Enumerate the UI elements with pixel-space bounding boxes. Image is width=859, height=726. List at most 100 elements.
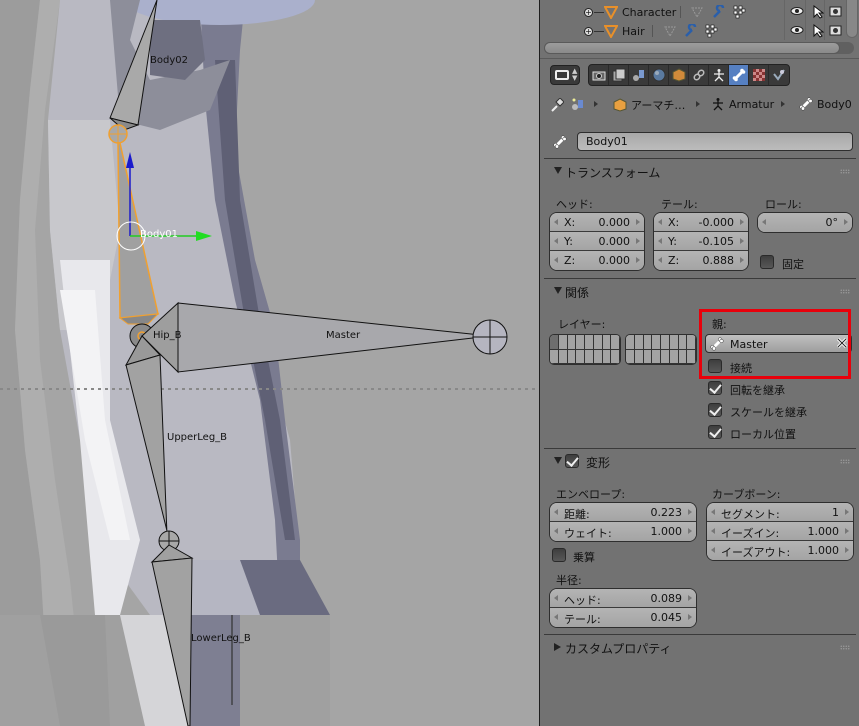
layer-cell[interactable] xyxy=(661,349,670,364)
parent-field[interactable]: Master xyxy=(705,334,852,353)
drag-grip-icon[interactable] xyxy=(840,289,850,294)
render-camera-icon[interactable] xyxy=(829,5,842,17)
tab-render-layers[interactable] xyxy=(609,65,629,85)
layer-cell[interactable] xyxy=(626,349,635,364)
layer-cell[interactable] xyxy=(634,335,644,350)
deform-enable-checkbox[interactable] xyxy=(565,454,579,468)
head-y-field[interactable]: Y: 0.000 xyxy=(550,232,644,251)
tail-y-field[interactable]: Y: -0.105 xyxy=(654,232,748,251)
layer-cell[interactable] xyxy=(661,335,670,350)
layer-cell[interactable] xyxy=(585,335,594,350)
outliner-row-hair[interactable]: + Hair xyxy=(540,22,859,40)
inherit-rotation-checkbox[interactable] xyxy=(708,381,722,395)
vertex-group-icon[interactable] xyxy=(690,5,704,19)
layer-cell[interactable] xyxy=(576,349,585,364)
tab-bone[interactable] xyxy=(729,65,749,85)
particles-icon[interactable] xyxy=(732,5,746,19)
cursor-icon[interactable] xyxy=(812,5,824,19)
breadcrumb-object[interactable]: アーマチ… xyxy=(613,97,685,113)
tab-bone-constraints[interactable] xyxy=(769,65,789,85)
layer-cell[interactable] xyxy=(567,349,577,364)
layer-cell[interactable] xyxy=(669,335,679,350)
layer-cell[interactable] xyxy=(593,349,603,364)
layer-cell[interactable] xyxy=(611,335,620,350)
drag-grip-icon[interactable] xyxy=(840,645,850,650)
layer-cell[interactable] xyxy=(643,335,653,350)
tail-x-field[interactable]: X: -0.000 xyxy=(654,213,748,232)
envelope-distance-field[interactable]: 距離: 0.223 xyxy=(550,503,696,522)
transform-panel-header[interactable]: トランスフォーム xyxy=(544,159,856,183)
layer-cell[interactable] xyxy=(687,335,696,350)
local-location-checkbox[interactable] xyxy=(708,425,722,439)
relations-panel-header[interactable]: 関係 xyxy=(544,279,856,303)
expand-icon[interactable]: + xyxy=(584,7,593,17)
head-z-field[interactable]: Z: 0.000 xyxy=(550,251,644,270)
custom-properties-panel-header[interactable]: カスタムプロパティ xyxy=(544,635,856,659)
tab-constraints[interactable] xyxy=(689,65,709,85)
connected-checkbox[interactable] xyxy=(708,359,722,373)
layer-cell[interactable] xyxy=(626,335,635,350)
ease-in-field[interactable]: イーズイン: 1.000 xyxy=(707,522,853,541)
outliner-row-character[interactable]: + Character xyxy=(540,3,859,21)
expand-icon[interactable]: + xyxy=(584,26,593,36)
layer-cell[interactable] xyxy=(602,349,612,364)
ease-out-field[interactable]: イーズアウト: 1.000 xyxy=(707,541,853,560)
layer-cell[interactable] xyxy=(678,335,688,350)
layer-cell[interactable] xyxy=(643,349,653,364)
eye-icon[interactable] xyxy=(790,5,804,17)
multiply-checkbox[interactable] xyxy=(552,548,566,562)
tail-z-field[interactable]: Z: 0.888 xyxy=(654,251,748,270)
layer-cell[interactable] xyxy=(558,349,568,364)
layer-cell[interactable] xyxy=(634,349,644,364)
bone-name-input[interactable] xyxy=(577,132,853,151)
envelope-weight-field[interactable]: ウェイト: 1.000 xyxy=(550,522,696,541)
outliner-vertical-scrollbar[interactable] xyxy=(846,0,858,38)
eye-icon[interactable] xyxy=(790,24,804,36)
3d-viewport[interactable]: Body02 Body01 Hip_B Master UpperLeg_B Lo… xyxy=(0,0,539,726)
layer-cell[interactable] xyxy=(602,335,612,350)
breadcrumb-armature[interactable]: Armatur xyxy=(711,97,774,111)
layer-cell[interactable] xyxy=(593,335,603,350)
outliner-horizontal-scrollbar[interactable] xyxy=(544,42,840,54)
layer-cell[interactable] xyxy=(567,335,577,350)
layer-cell[interactable] xyxy=(585,349,594,364)
bone-layers-grid-2[interactable] xyxy=(625,334,697,365)
radius-tail-field[interactable]: テール: 0.045 xyxy=(550,608,696,627)
tab-render[interactable] xyxy=(589,65,609,85)
clear-x-icon[interactable] xyxy=(835,336,849,350)
viewport-canvas[interactable]: Body02 Body01 Hip_B Master UpperLeg_B Lo… xyxy=(0,0,539,726)
drag-grip-icon[interactable] xyxy=(840,169,850,174)
editor-type-selector[interactable]: ▲ ▼ xyxy=(550,65,580,85)
lock-checkbox[interactable] xyxy=(760,255,774,269)
layer-cell[interactable] xyxy=(678,349,688,364)
segments-field[interactable]: セグメント: 1 xyxy=(707,503,853,522)
wrench-icon[interactable] xyxy=(684,24,698,38)
layer-cell[interactable] xyxy=(558,335,568,350)
particles-icon[interactable] xyxy=(704,24,718,38)
tab-world[interactable] xyxy=(649,65,669,85)
bone-layers-grid-1[interactable] xyxy=(549,334,621,365)
drag-grip-icon[interactable] xyxy=(840,459,850,464)
tab-object[interactable] xyxy=(669,65,689,85)
inherit-scale-checkbox[interactable] xyxy=(708,403,722,417)
layer-cell[interactable] xyxy=(652,335,661,350)
layer-cell[interactable] xyxy=(576,335,585,350)
radius-head-field[interactable]: ヘッド: 0.089 xyxy=(550,589,696,608)
layer-cell[interactable] xyxy=(611,349,620,364)
tab-scene[interactable] xyxy=(629,65,649,85)
layer-cell[interactable] xyxy=(550,335,559,350)
cursor-icon[interactable] xyxy=(812,24,824,38)
vertex-group-icon[interactable] xyxy=(663,24,677,38)
tab-armature-data[interactable] xyxy=(709,65,729,85)
deform-panel-header[interactable]: 変形 xyxy=(544,449,856,473)
layer-cell[interactable] xyxy=(669,349,679,364)
head-x-field[interactable]: X: 0.000 xyxy=(550,213,644,232)
wrench-icon[interactable] xyxy=(712,5,726,19)
render-camera-icon[interactable] xyxy=(829,24,842,36)
layer-cell[interactable] xyxy=(550,349,559,364)
breadcrumb-bone[interactable]: Body0 xyxy=(799,97,852,111)
layer-cell[interactable] xyxy=(652,349,661,364)
layer-cell[interactable] xyxy=(687,349,696,364)
tab-material[interactable] xyxy=(749,65,769,85)
roll-field[interactable]: 0° xyxy=(758,213,852,232)
